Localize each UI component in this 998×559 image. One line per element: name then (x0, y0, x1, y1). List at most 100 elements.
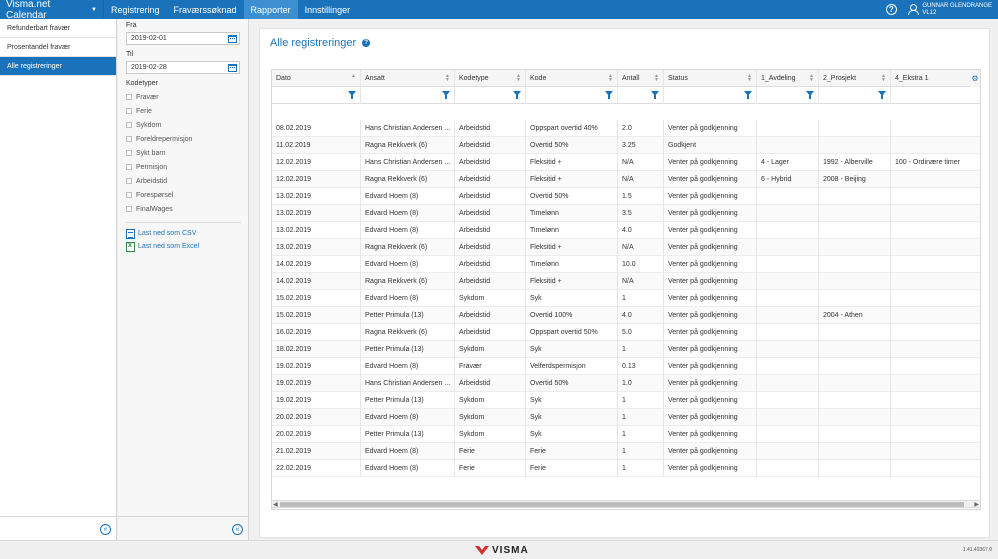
sort-icon[interactable]: ▲ ▼ (809, 74, 814, 83)
table-row[interactable]: 19.02.2019 Petter Primula (13) Sykdom Syk 1 V… (272, 392, 980, 409)
codetype-option[interactable]: FinalWages (126, 202, 241, 216)
table-row[interactable]: 13.02.2019 Ragna Rekkverk (6) Arbeidstid Fl… (272, 239, 980, 256)
table-row[interactable]: 19.02.2019 Edvard Hoem (8) Fravær Velferdsp… (272, 358, 980, 375)
filter-icon[interactable] (513, 91, 521, 99)
codetype-option[interactable]: Sykdom (126, 118, 241, 132)
column-header[interactable]: 4_Ekstra 1 (891, 70, 980, 87)
codetype-option[interactable]: Forespørsel (126, 188, 241, 202)
sort-icon[interactable]: ▲ ▼ (516, 74, 521, 83)
filter-icon[interactable] (806, 91, 814, 99)
column-filter-input[interactable] (272, 87, 361, 104)
download-excel-link[interactable]: Last ned som Excel (126, 240, 241, 253)
codetype-option[interactable]: Sykt barn (126, 146, 241, 160)
sort-icon[interactable]: ▲ ▼ (445, 74, 450, 83)
column-header[interactable]: Status ▲ ▼ (664, 70, 757, 87)
column-header[interactable]: Ansatt ▲ ▼ (361, 70, 455, 87)
codetype-checkbox[interactable] (126, 94, 132, 100)
info-icon[interactable]: ? (362, 39, 371, 47)
column-settings-gear-icon[interactable]: ⚙ (970, 70, 980, 87)
column-filter-input[interactable] (891, 87, 980, 104)
table-row[interactable]: 15.02.2019 Edvard Hoem (8) Sykdom Syk 1 Vente… (272, 290, 980, 307)
horizontal-scrollbar[interactable]: ◀ ▶ (271, 500, 981, 508)
to-date-field[interactable]: 2019-02-28 (126, 61, 240, 74)
column-filter-input[interactable] (455, 87, 526, 104)
table-row[interactable]: 21.02.2019 Edvard Hoem (8) Ferie Ferie 1 Vent… (272, 443, 980, 460)
column-filter-input[interactable] (757, 87, 819, 104)
codetype-option[interactable]: Ferie (126, 104, 241, 118)
column-filter-input[interactable] (819, 87, 891, 104)
codetype-option[interactable]: Permisjon (126, 160, 241, 174)
column-header[interactable]: Kode ▲ ▼ (526, 70, 618, 87)
sidebar-item-prosentandel[interactable]: Prosentandel fravær (0, 38, 116, 57)
codetype-option[interactable]: Arbeidstid (126, 174, 241, 188)
table-row[interactable]: 20.02.2019 Edvard Hoem (8) Sykdom Syk 1 Vente… (272, 409, 980, 426)
codetype-checkbox[interactable] (126, 206, 132, 212)
column-header[interactable]: Antall ▲ ▼ (618, 70, 664, 87)
table-row[interactable]: 12.02.2019 Hans Christian Andersen ... Arb… (272, 154, 980, 171)
table-row[interactable]: 13.02.2019 Edvard Hoem (8) Arbeidstid Timel… (272, 205, 980, 222)
codetype-option[interactable]: Fravær (126, 90, 241, 104)
table-row[interactable]: 11.02.2019 Ragna Rekkverk (6) Arbeidstid Ov… (272, 137, 980, 154)
table-row[interactable]: 20.02.2019 Petter Primula (13) Sykdom Syk 1 V… (272, 426, 980, 443)
table-cell (891, 307, 980, 324)
app-switcher[interactable]: Visma.net Calendar ▼ (0, 0, 104, 21)
codetype-checkbox[interactable] (126, 122, 132, 128)
codetype-option[interactable]: Foreldrepermisjon (126, 132, 241, 146)
calendar-icon[interactable] (228, 35, 237, 43)
from-date-field[interactable]: 2019-02-01 (126, 32, 240, 45)
scroll-right-icon[interactable]: ▶ (974, 501, 979, 508)
column-header[interactable]: Kodetype ▲ ▼ (455, 70, 526, 87)
column-filter-input[interactable] (526, 87, 618, 104)
table-row[interactable]: 15.02.2019 Petter Primula (13) Arbeidstid O… (272, 307, 980, 324)
sort-icon[interactable]: ▲ ▼ (881, 74, 886, 83)
column-header[interactable]: Dato ▲ (272, 70, 361, 87)
nav-registrering[interactable]: Registrering (104, 0, 167, 19)
table-row[interactable]: 08.02.2019 Hans Christian Andersen ... Arb… (272, 120, 980, 137)
filter-icon[interactable] (605, 91, 613, 99)
filter-icon[interactable] (348, 91, 356, 99)
table-row[interactable]: 22.02.2019 Edvard Hoem (8) Ferie Ferie 1 Vent… (272, 460, 980, 477)
table-row[interactable]: 16.02.2019 Ragna Rekkverk (6) Arbeidstid Op… (272, 324, 980, 341)
column-header[interactable]: 2_Prosjekt ▲ ▼ (819, 70, 891, 87)
sort-icon[interactable]: ▲ ▼ (747, 74, 752, 83)
column-filter-input[interactable] (664, 87, 757, 104)
table-row[interactable]: 19.02.2019 Hans Christian Andersen ... Arb… (272, 375, 980, 392)
codetype-checkbox[interactable] (126, 136, 132, 142)
sidebar-item-refunderbart[interactable]: Refunderbart fravær (0, 19, 116, 38)
codetype-checkbox[interactable] (126, 192, 132, 198)
csv-file-icon (126, 228, 135, 239)
column-filter-input[interactable] (618, 87, 664, 104)
table-row[interactable]: 14.02.2019 Ragna Rekkverk (6) Arbeidstid Fl… (272, 273, 980, 290)
table-row[interactable]: 12.02.2019 Ragna Rekkverk (6) Arbeidstid Fl… (272, 171, 980, 188)
scroll-left-icon[interactable]: ◀ (273, 501, 278, 508)
collapse-filters-icon[interactable]: « (232, 524, 243, 535)
sort-icon[interactable]: ▲ (351, 74, 356, 79)
sort-icon[interactable]: ▲ ▼ (654, 74, 659, 83)
nav-innstillinger[interactable]: Innstillinger (298, 0, 358, 19)
collapse-sidebar-icon[interactable]: « (100, 524, 111, 535)
table-cell (819, 222, 891, 239)
scrollbar-thumb[interactable] (280, 502, 964, 507)
calendar-icon[interactable] (228, 64, 237, 72)
filter-icon[interactable] (878, 91, 886, 99)
help-button[interactable]: ? (878, 0, 904, 19)
filter-icon[interactable] (442, 91, 450, 99)
table-row[interactable]: 18.02.2019 Petter Primula (13) Sykdom Syk 1 V… (272, 341, 980, 358)
table-row[interactable]: 14.02.2019 Edvard Hoem (8) Arbeidstid Timel… (272, 256, 980, 273)
codetype-checkbox[interactable] (126, 164, 132, 170)
column-header[interactable]: 1_Avdeling ▲ ▼ (757, 70, 819, 87)
column-filter-input[interactable] (361, 87, 455, 104)
codetype-checkbox[interactable] (126, 178, 132, 184)
user-menu[interactable]: GUNNAR GLENDRANGE VL12 (904, 0, 998, 19)
table-row[interactable]: 13.02.2019 Edvard Hoem (8) Arbeidstid Overt… (272, 188, 980, 205)
sidebar-item-alle-registreringer[interactable]: Alle registreringer (0, 57, 116, 76)
table-row[interactable]: 13.02.2019 Edvard Hoem (8) Arbeidstid Timel… (272, 222, 980, 239)
nav-fravaerssoknad[interactable]: Fraværssøknad (167, 0, 244, 19)
download-csv-link[interactable]: Last ned som CSV (126, 227, 241, 240)
filter-icon[interactable] (651, 91, 659, 99)
codetype-checkbox[interactable] (126, 150, 132, 156)
nav-rapporter[interactable]: Rapporter (243, 0, 298, 19)
codetype-checkbox[interactable] (126, 108, 132, 114)
sort-icon[interactable]: ▲ ▼ (608, 74, 613, 83)
filter-icon[interactable] (744, 91, 752, 99)
